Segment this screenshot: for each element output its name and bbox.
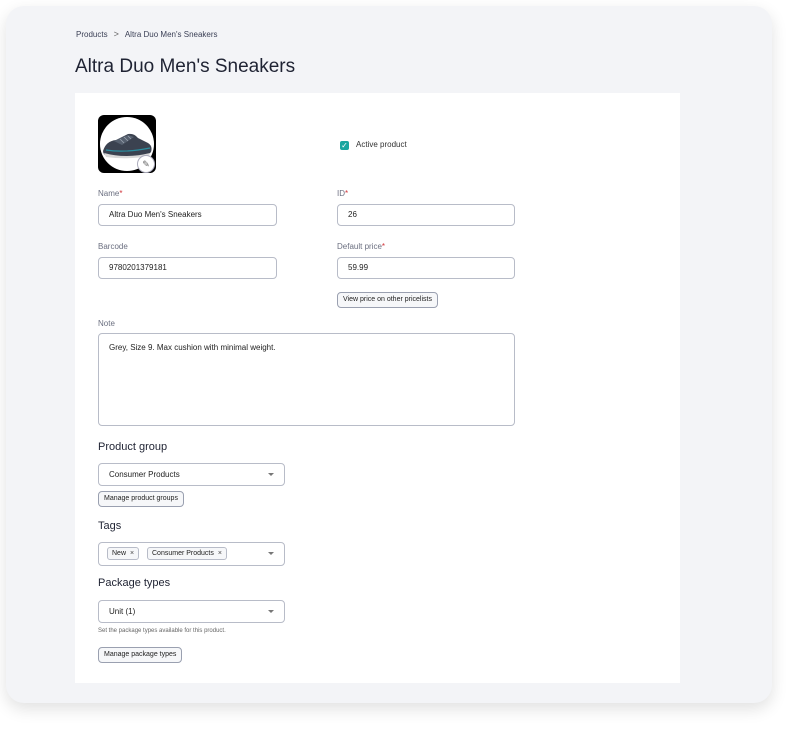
remove-tag-icon[interactable]: × (130, 550, 134, 557)
chevron-down-icon (268, 473, 274, 476)
name-input[interactable]: Altra Duo Men's Sneakers (98, 204, 277, 226)
product-group-select[interactable]: Consumer Products (98, 463, 285, 486)
note-textarea[interactable]: Grey, Size 9. Max cushion with minimal w… (98, 333, 515, 426)
edit-image-button[interactable]: ✎ (137, 155, 155, 173)
product-group-value: Consumer Products (109, 470, 180, 479)
id-input[interactable]: 26 (337, 204, 515, 226)
package-types-value: Unit (1) (109, 607, 136, 616)
note-label: Note (98, 319, 115, 328)
default-price-input[interactable]: 59.99 (337, 257, 515, 279)
page-title: Altra Duo Men's Sneakers (75, 56, 296, 77)
package-types-heading: Package types (98, 577, 171, 589)
id-label: ID* (337, 189, 349, 198)
default-price-label: Default price* (337, 242, 386, 251)
tag-chip-consumer-products: Consumer Products × (147, 547, 227, 560)
remove-tag-icon[interactable]: × (218, 550, 222, 557)
tags-select[interactable]: New × Consumer Products × (98, 542, 285, 566)
product-group-heading: Product group (98, 441, 168, 453)
barcode-label: Barcode (98, 242, 128, 251)
package-types-hint: Set the package types available for this… (98, 628, 226, 634)
active-product-checkbox[interactable]: ✓ (340, 141, 349, 150)
breadcrumb-separator: > (113, 29, 119, 39)
app-window: Products > Altra Duo Men's Sneakers Altr… (6, 6, 772, 703)
chevron-down-icon (268, 610, 274, 613)
name-label: Name* (98, 189, 123, 198)
tags-heading: Tags (98, 520, 122, 532)
tag-chip-new: New × (107, 547, 140, 560)
chevron-down-icon (268, 552, 274, 555)
check-icon: ✓ (341, 141, 348, 150)
view-price-other-pricelists-button[interactable]: View price on other pricelists (337, 292, 438, 308)
breadcrumb-current: Altra Duo Men's Sneakers (124, 29, 218, 39)
barcode-input[interactable]: 9780201379181 (98, 257, 277, 279)
breadcrumb-link-products[interactable]: Products (76, 30, 108, 39)
manage-product-groups-button[interactable]: Manage product groups (98, 491, 184, 507)
breadcrumb: Products > Altra Duo Men's Sneakers (76, 29, 218, 39)
product-form-panel: ✎ ✓ Active product Name* Altra Duo Men's… (75, 93, 680, 683)
manage-package-types-button[interactable]: Manage package types (98, 647, 183, 663)
active-product-label: Active product (356, 140, 407, 149)
package-types-select[interactable]: Unit (1) (98, 600, 285, 623)
pencil-icon: ✎ (142, 158, 150, 169)
